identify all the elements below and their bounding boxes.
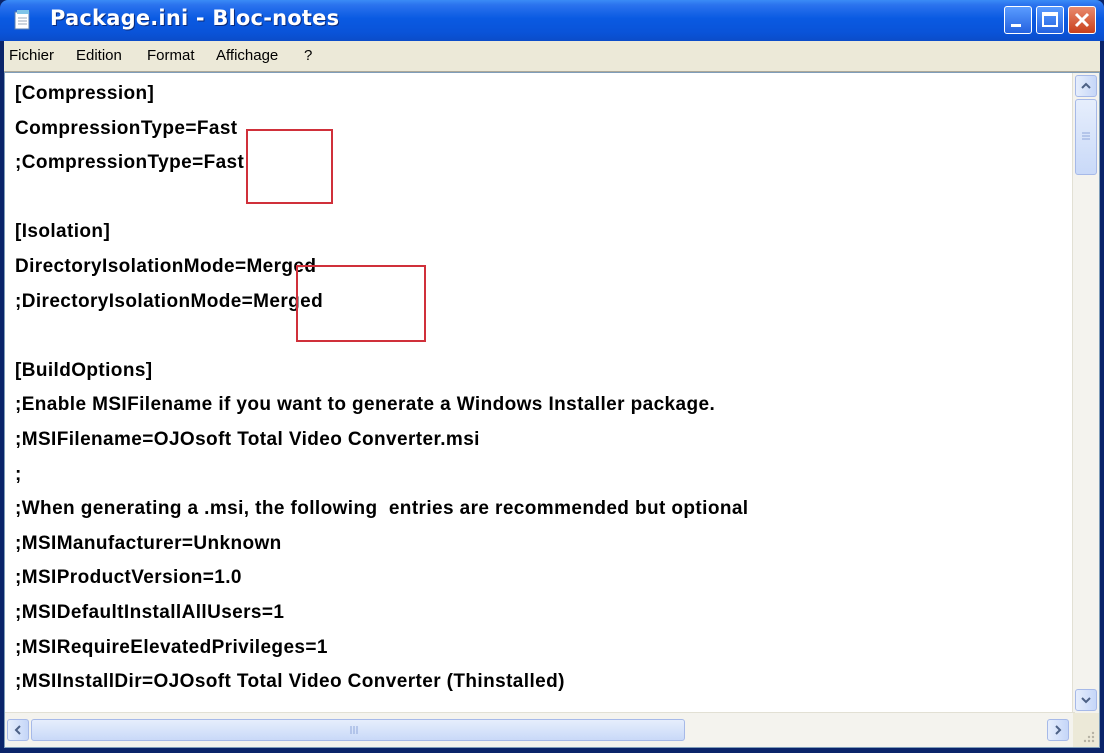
text-line: ;MSIDefaultInstallAllUsers=1 xyxy=(15,601,285,623)
text-line: [Isolation] xyxy=(15,221,111,243)
text-line: ; xyxy=(15,463,22,485)
scroll-down-button[interactable] xyxy=(1075,689,1097,711)
notepad-window: Package.ini - Bloc-notes Fichier Edition… xyxy=(0,0,1104,753)
title-bar[interactable]: Package.ini - Bloc-notes xyxy=(0,0,1104,41)
menu-affichage[interactable]: Affichage xyxy=(216,47,278,64)
text-line: ;MSIManufacturer=Unknown xyxy=(15,532,282,554)
text-line: ;Enable MSIFilename if you want to gener… xyxy=(15,394,716,416)
menu-help[interactable]: ? xyxy=(304,47,312,64)
menu-format[interactable]: Format xyxy=(147,47,195,64)
grip-icon xyxy=(1082,132,1090,140)
menu-fichier[interactable]: Fichier xyxy=(9,47,54,64)
vertical-scroll-thumb[interactable] xyxy=(1075,99,1097,175)
minimize-button[interactable] xyxy=(1004,6,1032,34)
horizontal-scroll-thumb[interactable] xyxy=(31,719,685,741)
scroll-up-button[interactable] xyxy=(1075,75,1097,97)
horizontal-scrollbar[interactable] xyxy=(5,712,1075,747)
minimize-icon xyxy=(1011,24,1021,27)
text-line: [Compression] xyxy=(15,83,155,104)
menu-bar: Fichier Edition Format Affichage ? xyxy=(4,41,1100,72)
chevron-up-icon xyxy=(1081,82,1091,89)
close-button[interactable] xyxy=(1068,6,1096,34)
resize-grip[interactable] xyxy=(1073,713,1099,747)
text-line: DirectoryIsolationMode=Merged xyxy=(15,255,317,277)
text-line: ;MSIFilename=OJOsoft Total Video Convert… xyxy=(15,428,480,450)
text-line: ;MSIProductVersion=1.0 xyxy=(15,567,242,589)
window-title: Package.ini - Bloc-notes xyxy=(50,6,340,30)
chevron-left-icon xyxy=(14,725,21,735)
highlight-isolation xyxy=(296,265,426,342)
chevron-right-icon xyxy=(1055,725,1062,735)
scroll-right-button[interactable] xyxy=(1047,719,1069,741)
text-line: ;When generating a .msi, the following e… xyxy=(15,498,749,520)
scroll-left-button[interactable] xyxy=(7,719,29,741)
chevron-down-icon xyxy=(1081,697,1091,704)
text-editor[interactable]: [Compression] CompressionType=Fast ;Comp… xyxy=(4,72,1100,748)
text-line: ;DirectoryIsolationMode=Merged xyxy=(15,290,324,312)
text-line: ;MSIInstallDir=OJOsoft Total Video Conve… xyxy=(15,671,565,693)
grip-icon xyxy=(350,726,358,734)
text-line: ;MSIRequireElevatedPrivileges=1 xyxy=(15,636,328,658)
text-line xyxy=(15,181,1061,216)
maximize-icon xyxy=(1042,12,1058,27)
text-content[interactable]: [Compression] CompressionType=Fast ;Comp… xyxy=(15,77,1061,710)
text-line: CompressionType=Fast xyxy=(15,117,238,139)
notepad-icon xyxy=(14,10,30,30)
text-line: [BuildOptions] xyxy=(15,359,153,381)
menu-edition[interactable]: Edition xyxy=(76,47,122,64)
text-line: ;CompressionType=Fast xyxy=(15,152,245,174)
vertical-scrollbar[interactable] xyxy=(1072,73,1099,713)
close-icon xyxy=(1074,12,1090,28)
text-line xyxy=(15,319,1061,354)
resize-grip-icon xyxy=(1083,731,1095,743)
highlight-compression xyxy=(246,129,333,204)
maximize-button[interactable] xyxy=(1036,6,1064,34)
